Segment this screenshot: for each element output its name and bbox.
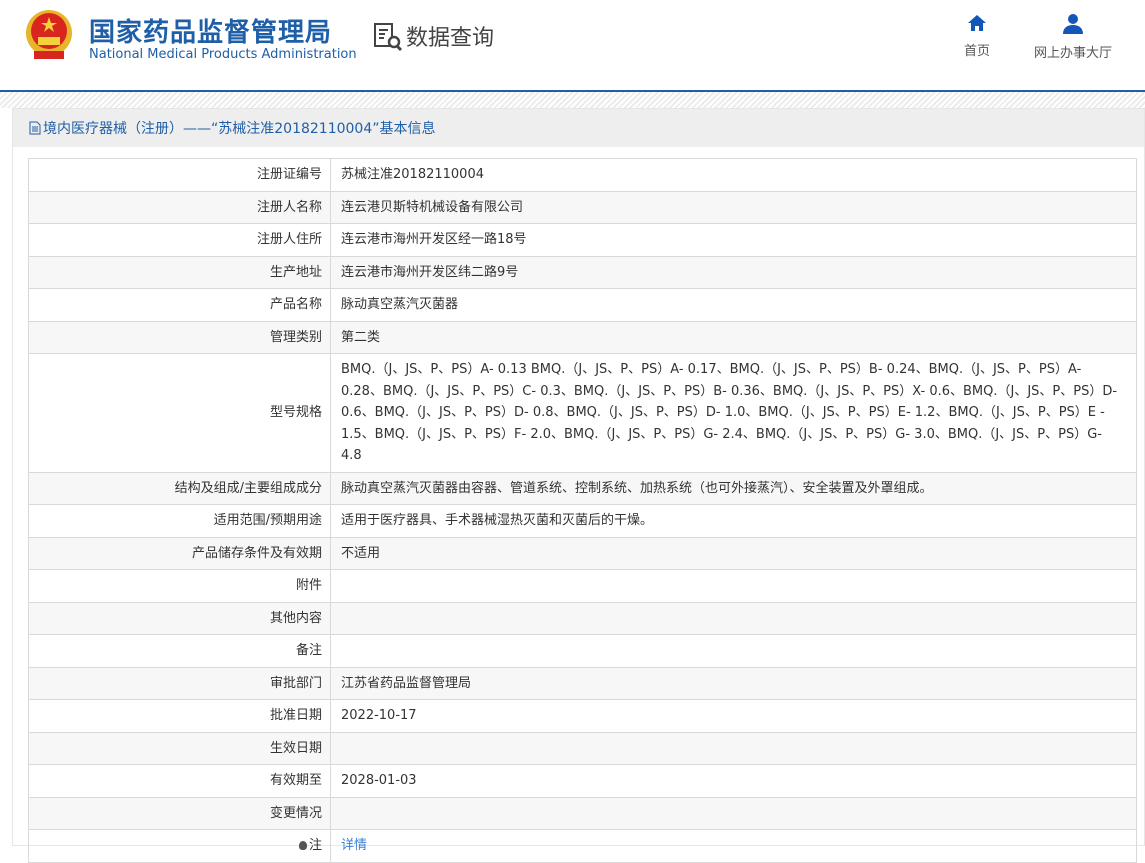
- nav-online-service-hall[interactable]: 网上办事大厅: [1034, 14, 1112, 61]
- field-label: 有效期至: [28, 764, 331, 798]
- user-icon: [1063, 14, 1083, 34]
- brand-name-cn: 国家药品监督管理局: [89, 18, 333, 48]
- field-value: BMQ.（J、JS、P、PS）A- 0.13 BMQ.（J、JS、P、PS）A-…: [330, 353, 1137, 473]
- panel-title-text: 境内医疗器械（注册）——“苏械注准20182110004”基本信息: [43, 121, 436, 137]
- home-icon: [968, 15, 986, 31]
- field-value: [330, 569, 1137, 603]
- nav-home[interactable]: 首页: [964, 14, 990, 59]
- field-label: 结构及组成/主要组成成分: [28, 471, 331, 505]
- section-title: 数据查询: [372, 20, 494, 52]
- field-value: 2028-01-03: [330, 764, 1137, 798]
- detail-panel: 境内医疗器械（注册）——“苏械注准20182110004”基本信息 注册证编号苏…: [12, 108, 1145, 863]
- data-search-icon: [374, 23, 403, 52]
- table-row: 审批部门 江苏省药品监督管理局: [28, 666, 1137, 700]
- field-value: 江苏省药品监督管理局: [330, 666, 1137, 700]
- table-row: 有效期至 2028-01-03: [28, 764, 1137, 798]
- table-row: 产品储存条件及有效期 不适用: [28, 536, 1137, 570]
- table-row: 产品名称 脉动真空蒸汽灭菌器: [28, 288, 1137, 322]
- field-value: 连云港贝斯特机械设备有限公司: [330, 190, 1137, 224]
- table-row: 适用范围/预期用途 适用于医疗器具、手术器械湿热灭菌和灭菌后的干燥。: [28, 504, 1137, 538]
- decorative-stripe: [0, 92, 1145, 108]
- field-label: 变更情况: [28, 796, 331, 830]
- field-value: 脉动真空蒸汽灭菌器: [330, 288, 1137, 322]
- section-label: 数据查询: [406, 26, 495, 51]
- table-row: 其他内容: [28, 601, 1137, 635]
- table-row: 注册人住所 连云港市海州开发区经一路18号: [28, 223, 1137, 257]
- table-row: 注册人名称 连云港贝斯特机械设备有限公司: [28, 190, 1137, 224]
- field-label: 注册人名称: [28, 190, 331, 224]
- table-row: 管理类别 第二类: [28, 320, 1137, 354]
- field-label: 附件: [28, 569, 331, 603]
- field-label: 注册证编号: [28, 158, 331, 192]
- field-label: 注册人住所: [28, 223, 331, 257]
- field-label: 生产地址: [28, 255, 331, 289]
- field-value: 连云港市海州开发区纬二路9号: [330, 255, 1137, 289]
- field-label: 备注: [28, 634, 331, 668]
- site-header: 国家药品监督管理局 National Medical Products Admi…: [0, 0, 1145, 90]
- field-label: 审批部门: [28, 666, 331, 700]
- field-value: [330, 601, 1137, 635]
- table-row: 型号规格 BMQ.（J、JS、P、PS）A- 0.13 BMQ.（J、JS、P、P…: [28, 353, 1137, 473]
- field-value: 2022-10-17: [330, 699, 1137, 733]
- field-value: [330, 796, 1137, 830]
- table-row: 生效日期: [28, 731, 1137, 765]
- field-value: 苏械注准20182110004: [330, 158, 1137, 192]
- document-icon: [29, 121, 41, 135]
- field-value: 连云港市海州开发区经一路18号: [330, 223, 1137, 257]
- field-value: 不适用: [330, 536, 1137, 570]
- nav-online-service-label: 网上办事大厅: [1034, 46, 1113, 61]
- table-row: 结构及组成/主要组成成分 脉动真空蒸汽灭菌器由容器、管道系统、控制系统、加热系统（…: [28, 471, 1137, 505]
- field-label: 产品名称: [28, 288, 331, 322]
- field-label: 批准日期: [28, 699, 331, 733]
- table-row: 附件: [28, 569, 1137, 603]
- table-row: 变更情况: [28, 796, 1137, 830]
- field-label: 适用范围/预期用途: [28, 504, 331, 538]
- table-row: 注册证编号 苏械注准20182110004: [28, 158, 1137, 192]
- table-row: 备注: [28, 634, 1137, 668]
- table-row: 批准日期 2022-10-17: [28, 699, 1137, 733]
- field-label: 型号规格: [28, 353, 331, 473]
- nav-home-label: 首页: [964, 44, 991, 59]
- field-label: 管理类别: [28, 320, 331, 354]
- panel-title: 境内医疗器械（注册）——“苏械注准20182110004”基本信息: [13, 109, 1144, 147]
- field-label: 产品储存条件及有效期: [28, 536, 331, 570]
- info-table: 注册证编号 苏械注准20182110004 注册人名称 连云港贝斯特机械设备有限公司注…: [28, 158, 1137, 863]
- field-value: [330, 634, 1137, 668]
- field-value: 适用于医疗器具、手术器械湿热灭菌和灭菌后的干燥。: [330, 504, 1137, 538]
- table-row: 生产地址 连云港市海州开发区纬二路9号: [28, 255, 1137, 289]
- field-value: 脉动真空蒸汽灭菌器由容器、管道系统、控制系统、加热系统（也可外接蒸汽）、安全装置…: [330, 471, 1137, 505]
- field-label: 生效日期: [28, 731, 331, 765]
- field-value: 第二类: [330, 320, 1137, 354]
- field-label: 其他内容: [28, 601, 331, 635]
- field-value: [330, 731, 1137, 765]
- national-emblem-logo: [26, 10, 72, 59]
- brand-name-en: National Medical Products Administration: [89, 47, 357, 62]
